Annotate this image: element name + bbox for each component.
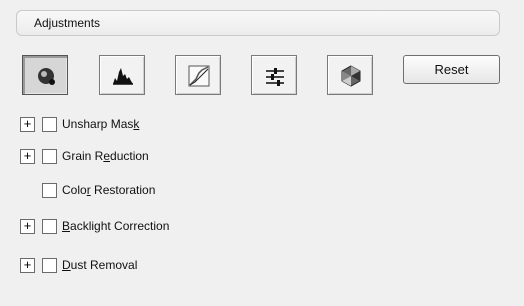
grain-reduction-label[interactable]: Grain Reduction	[62, 149, 149, 164]
unsharp-tool-button[interactable]	[22, 55, 68, 95]
unsharp-mask-label[interactable]: Unsharp Mask	[62, 117, 139, 132]
option-color-restoration: Color Restoration	[0, 183, 520, 203]
option-dust-removal: + Dust Removal	[0, 258, 520, 278]
dust-removal-checkbox[interactable]	[42, 258, 57, 273]
histogram-button[interactable]	[99, 55, 145, 95]
option-unsharp-mask: + Unsharp Mask	[0, 117, 520, 137]
expand-unsharp-mask-button[interactable]: +	[20, 117, 35, 132]
expand-dust-removal-button[interactable]: +	[20, 258, 35, 273]
expand-grain-reduction-button[interactable]: +	[20, 149, 35, 164]
adjustments-panel: Adjustments Reset + Unsharp Mask + Grain…	[0, 0, 520, 300]
grain-reduction-checkbox[interactable]	[42, 149, 57, 164]
backlight-correction-checkbox[interactable]	[42, 219, 57, 234]
tone-curve-icon	[188, 65, 210, 87]
option-backlight-correction: + Backlight Correction	[0, 219, 520, 239]
color-balance-button[interactable]	[251, 55, 297, 95]
color-restoration-checkbox[interactable]	[42, 183, 57, 198]
backlight-correction-label[interactable]: Backlight Correction	[62, 219, 169, 234]
unsharp-tone-icon	[38, 68, 55, 85]
tone-curve-button[interactable]	[175, 55, 221, 95]
color-restoration-label[interactable]: Color Restoration	[62, 183, 155, 198]
histogram-icon	[113, 68, 133, 85]
adjustments-title: Adjustments	[34, 16, 101, 30]
color-palette-button[interactable]	[327, 55, 373, 95]
expand-backlight-correction-button[interactable]: +	[20, 219, 35, 234]
color-palette-icon	[341, 65, 361, 87]
option-grain-reduction: + Grain Reduction	[0, 149, 520, 169]
sliders-icon	[266, 68, 284, 86]
reset-button[interactable]: Reset	[403, 55, 500, 84]
unsharp-mask-checkbox[interactable]	[42, 117, 57, 132]
dust-removal-label[interactable]: Dust Removal	[62, 258, 137, 273]
adjustments-header: Adjustments	[16, 10, 500, 36]
